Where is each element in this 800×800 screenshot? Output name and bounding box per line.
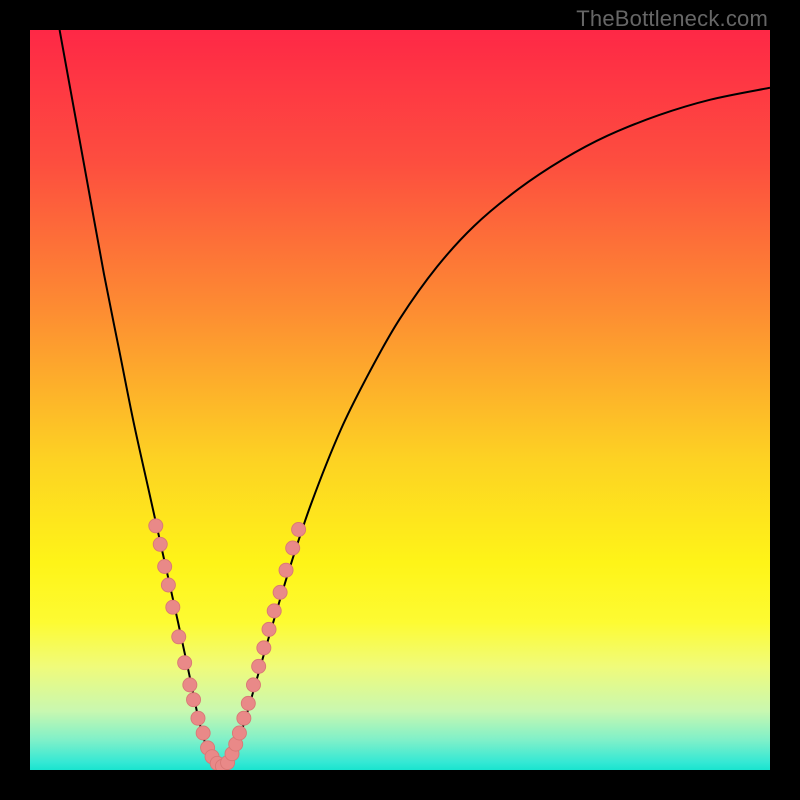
marker-dot: [252, 659, 266, 673]
marker-dot: [166, 600, 180, 614]
marker-dot: [292, 522, 306, 536]
marker-dot: [149, 519, 163, 533]
marker-dot: [241, 696, 255, 710]
marker-dot: [191, 711, 205, 725]
marker-dot: [279, 563, 293, 577]
marker-dot: [267, 604, 281, 618]
marker-dot: [286, 541, 300, 555]
marker-dot: [237, 711, 251, 725]
marker-dot: [153, 537, 167, 551]
marker-dot: [161, 578, 175, 592]
curve-layer: [30, 30, 770, 770]
marker-group: [149, 519, 306, 770]
bottleneck-curve-path: [60, 30, 770, 766]
marker-dot: [232, 726, 246, 740]
marker-dot: [196, 726, 210, 740]
marker-dot: [172, 630, 186, 644]
marker-dot: [246, 678, 260, 692]
watermark-text: TheBottleneck.com: [576, 6, 768, 32]
marker-dot: [187, 693, 201, 707]
marker-dot: [178, 656, 192, 670]
marker-dot: [158, 559, 172, 573]
marker-dot: [262, 622, 276, 636]
marker-dot: [257, 641, 271, 655]
outer-frame: TheBottleneck.com: [0, 0, 800, 800]
marker-dot: [273, 585, 287, 599]
marker-dot: [183, 678, 197, 692]
plot-area: [30, 30, 770, 770]
